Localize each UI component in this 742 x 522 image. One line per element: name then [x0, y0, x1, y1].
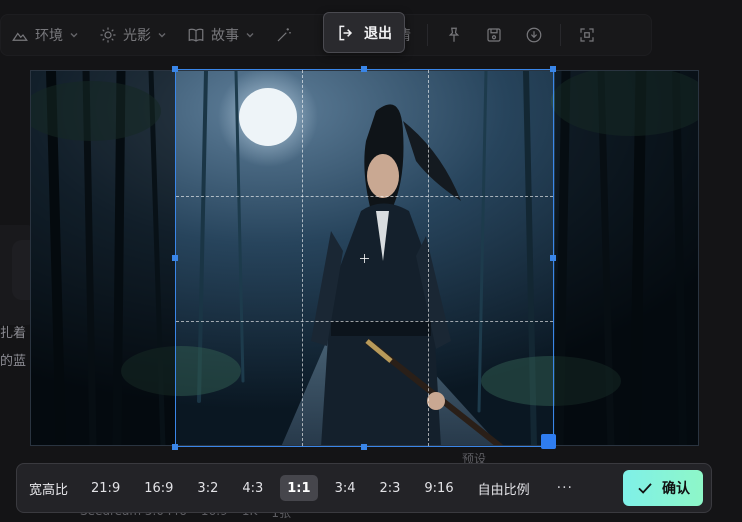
toolbar-divider — [560, 24, 561, 46]
crop-grid-line — [302, 70, 303, 446]
crop-handle-bottom-left[interactable] — [172, 444, 178, 450]
more-options-button[interactable]: ··· — [557, 480, 573, 496]
ratio-option-21-9[interactable]: 21:9 — [84, 475, 127, 501]
pin-tool — [434, 15, 474, 55]
exit-icon — [339, 25, 353, 40]
crop-handle-top-right[interactable] — [550, 66, 556, 72]
crop-handle-top[interactable] — [361, 66, 367, 72]
download-icon — [526, 27, 542, 43]
fullscreen-icon — [580, 28, 594, 42]
aspect-ratio-label: 宽高比 — [29, 482, 69, 498]
crop-handle-left[interactable] — [172, 255, 178, 261]
ratio-option-3-4[interactable]: 3:4 — [328, 475, 363, 501]
ratio-option-4-3[interactable]: 4:3 — [235, 475, 270, 501]
crop-grid-line — [176, 321, 553, 322]
book-icon — [188, 28, 204, 42]
magic-tool — [265, 15, 303, 55]
story-label: 故事 — [211, 28, 239, 44]
exit-button[interactable]: 退出 — [323, 12, 405, 53]
crop-mask-left — [31, 71, 176, 445]
save-icon — [487, 28, 501, 42]
confirm-button[interactable]: 确认 — [623, 470, 703, 506]
lighting-tool: 光影 — [89, 15, 177, 55]
ratio-option-16-9[interactable]: 16:9 — [137, 475, 180, 501]
crop-handle-top-left[interactable] — [172, 66, 178, 72]
lighting-label: 光影 — [123, 28, 151, 44]
fullscreen-tool — [567, 15, 607, 55]
background-prompt-text: 的蓝 — [0, 354, 27, 369]
story-tool: 故事 — [177, 15, 265, 55]
aspect-ratio-bar: 宽高比 21:9 16:9 3:2 4:3 1:1 3:4 2:3 9:16 自… — [16, 463, 712, 513]
ratio-option-3-2[interactable]: 3:2 — [190, 475, 225, 501]
crop-grid-line — [428, 70, 429, 446]
crop-center-crosshair — [360, 254, 369, 263]
ratio-option-9-16[interactable]: 9:16 — [417, 475, 460, 501]
sun-icon — [100, 27, 116, 43]
confirm-label: 确认 — [662, 481, 690, 497]
chevron-down-icon — [70, 33, 78, 38]
download-tool — [514, 15, 554, 55]
crop-resize-handle[interactable] — [541, 434, 556, 449]
chevron-down-icon — [246, 33, 254, 38]
crop-mask-right — [555, 71, 698, 445]
background-prompt-text: 扎着 — [0, 326, 27, 341]
crop-handle-bottom[interactable] — [361, 444, 367, 450]
magic-wand-icon — [277, 28, 291, 42]
crop-grid-line — [176, 196, 553, 197]
mountain-icon — [12, 32, 28, 41]
environment-label: 环境 — [35, 28, 63, 44]
ratio-option-1-1[interactable]: 1:1 — [280, 475, 318, 501]
exit-label: 退出 — [364, 25, 392, 42]
check-icon — [638, 483, 652, 494]
ratio-option-2-3[interactable]: 2:3 — [372, 475, 407, 501]
toolbar-divider — [427, 24, 428, 46]
ratio-option-free[interactable]: 自由比例 — [471, 475, 537, 501]
crop-handle-right[interactable] — [550, 255, 556, 261]
chevron-down-icon — [158, 33, 166, 38]
pin-icon — [448, 27, 460, 42]
save-tool — [474, 15, 514, 55]
environment-tool: 环境 — [1, 15, 89, 55]
